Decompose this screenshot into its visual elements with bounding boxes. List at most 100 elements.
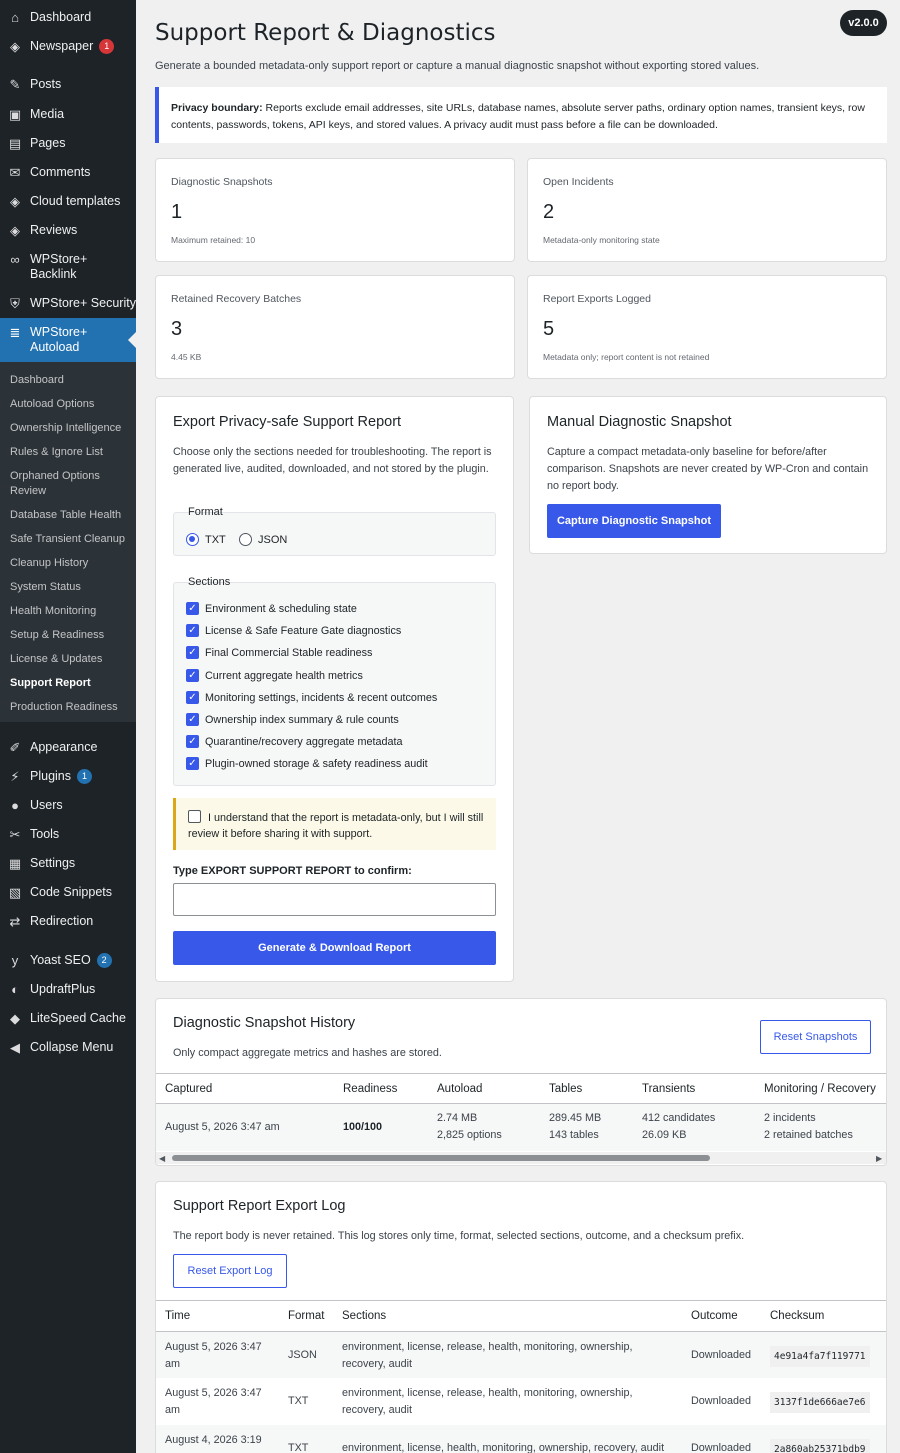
cell-transients-size: 26.09 KB	[642, 1129, 687, 1141]
menu-item-pages[interactable]: ▤ Pages	[0, 136, 136, 152]
cell-outcome: Downloaded	[691, 1395, 752, 1407]
generate-download-button[interactable]: Generate & Download Report	[173, 931, 496, 965]
submenu-item-production-readiness[interactable]: Production Readiness	[10, 700, 132, 715]
col-autoload: Autoload	[437, 1083, 483, 1095]
stat-label: Report Exports Logged	[543, 293, 651, 305]
menu-item-appearance[interactable]: ✐ Appearance	[0, 740, 136, 756]
menu-label-text: Yoast SEO	[30, 953, 91, 967]
cell-checksum: 3137f1de666ae7e6	[770, 1392, 870, 1413]
menu-item-yoast[interactable]: y Yoast SEO 2	[0, 953, 136, 969]
section-checkbox[interactable]: ✓	[186, 646, 199, 659]
capture-snapshot-button[interactable]: Capture Diagnostic Snapshot	[547, 504, 721, 538]
submenu-item-rules[interactable]: Rules & Ignore List	[10, 445, 132, 460]
cell-tables-size: 289.45 MB	[549, 1112, 602, 1124]
section-label: Final Commercial Stable readiness	[205, 647, 373, 659]
section-checkbox[interactable]: ✓	[186, 735, 199, 748]
menu-item-litespeed[interactable]: ◆ LiteSpeed Cache	[0, 1011, 136, 1027]
reset-snapshots-button[interactable]: Reset Snapshots	[760, 1020, 871, 1054]
menu-item-redirection[interactable]: ⇄ Redirection	[0, 914, 136, 930]
checksum-code: 4e91a4fa7f119771	[770, 1346, 870, 1367]
menu-item-settings[interactable]: ▦ Settings	[0, 856, 136, 872]
menu-item-wpstore-autoload[interactable]: ≣ WPStore+ Autoload	[0, 318, 136, 362]
wrench-icon: ✂	[9, 827, 21, 842]
submenu-item-ownership[interactable]: Ownership Intelligence	[10, 421, 132, 436]
menu-item-newspaper[interactable]: ◈ Newspaper 1	[0, 39, 136, 55]
settings-icon: ▦	[8, 856, 22, 871]
section-checkbox[interactable]: ✓	[186, 624, 199, 637]
updraft-icon: ◐	[11, 982, 19, 997]
menu-label: Pages	[30, 136, 66, 150]
menu-item-reviews[interactable]: ◈ Reviews	[0, 223, 136, 239]
plug-icon: ⚡	[10, 769, 20, 784]
export-description: Choose only the sections needed for trou…	[173, 446, 492, 475]
section-label: Current aggregate health metrics	[205, 670, 363, 682]
table-divider	[156, 1073, 886, 1074]
menu-item-plugins[interactable]: ⚡ Plugins 1	[0, 769, 136, 785]
submenu-item-dashboard[interactable]: Dashboard	[10, 373, 132, 388]
section-checkbox[interactable]: ✓	[186, 713, 199, 726]
cell-sections: environment, license, health, monitoring…	[342, 1442, 665, 1453]
stat-value: 1	[171, 201, 183, 223]
table-divider	[156, 1300, 886, 1301]
submenu-item-cleanup-history[interactable]: Cleanup History	[10, 556, 132, 571]
reset-export-log-button[interactable]: Reset Export Log	[173, 1254, 287, 1288]
menu-item-cloud-templates[interactable]: ◈ Cloud templates	[0, 194, 136, 210]
scroll-left-icon[interactable]: ◀	[159, 1154, 165, 1163]
horizontal-scrollbar[interactable]: ◀ ▶	[156, 1152, 886, 1164]
stat-value: 2	[543, 201, 555, 223]
col-checksum: Checksum	[770, 1310, 825, 1322]
menu-label: Collapse Menu	[30, 1040, 114, 1054]
submenu-item-license[interactable]: License & Updates	[10, 652, 132, 667]
privacy-notice: Privacy boundary: Reports exclude email …	[155, 87, 887, 143]
litespeed-icon: ◆	[10, 1011, 20, 1026]
submenu-item-health-monitoring[interactable]: Health Monitoring	[10, 604, 132, 619]
submenu-item-table-health[interactable]: Database Table Health	[10, 508, 132, 523]
media-icon: ▣	[8, 107, 22, 122]
format-radio-json[interactable]	[239, 533, 252, 546]
database-icon: ≣	[9, 325, 21, 340]
menu-item-tools[interactable]: ✂ Tools	[0, 827, 136, 843]
section-checkbox[interactable]: ✓	[186, 602, 199, 615]
submenu-item-transient-cleanup[interactable]: Safe Transient Cleanup	[10, 532, 132, 547]
notice-heading: Privacy boundary:	[171, 102, 263, 114]
cell-captured: August 5, 2026 3:47 am	[165, 1121, 280, 1133]
confirm-phrase-input[interactable]	[173, 883, 496, 916]
stat-note: Maximum retained: 10	[171, 235, 256, 245]
cell-time: August 4, 2026 3:19	[165, 1434, 262, 1446]
submenu-item-setup[interactable]: Setup & Readiness	[10, 628, 132, 643]
submenu-item-support-report[interactable]: Support Report	[10, 676, 132, 691]
menu-label: Newspaper 1	[30, 39, 136, 54]
confirm-notice: I understand that the report is metadata…	[173, 798, 496, 850]
notice-text: Reports exclude email addresses, site UR…	[171, 102, 865, 131]
scroll-right-icon[interactable]: ▶	[876, 1154, 882, 1163]
format-radio-txt[interactable]	[186, 533, 199, 546]
snapshot-history-card: Diagnostic Snapshot History Only compact…	[155, 998, 887, 1166]
submenu-item-orphaned[interactable]: Orphaned Options Review	[10, 469, 110, 499]
col-format: Format	[288, 1310, 325, 1322]
stat-label: Retained Recovery Batches	[171, 293, 302, 305]
log-title: Support Report Export Log	[173, 1198, 346, 1214]
scrollbar-thumb[interactable]	[172, 1155, 710, 1161]
submenu-item-system-status[interactable]: System Status	[10, 580, 132, 595]
cell-readiness: 100/100	[343, 1121, 383, 1133]
section-checkbox[interactable]: ✓	[186, 669, 199, 682]
menu-item-dashboard[interactable]: ⌂ Dashboard	[0, 10, 136, 26]
menu-label: Media	[30, 107, 65, 121]
section-checkbox[interactable]: ✓	[186, 691, 199, 704]
confirm-input-label: Type EXPORT SUPPORT REPORT to confirm:	[173, 865, 412, 877]
menu-item-wpstore-backlink[interactable]: ∞ WPStore+ Backlink	[0, 252, 136, 284]
menu-item-code-snippets[interactable]: ▧ Code Snippets	[0, 885, 136, 901]
menu-item-updraftplus[interactable]: ◐ UpdraftPlus	[0, 982, 136, 998]
cell-incidents: 2 incidents	[764, 1112, 816, 1124]
menu-item-users[interactable]: ● Users	[0, 798, 136, 814]
stat-value: 3	[171, 318, 183, 340]
menu-item-wpstore-security[interactable]: ⛨ WPStore+ Security	[0, 296, 136, 312]
menu-item-collapse[interactable]: ◀ Collapse Menu	[0, 1040, 136, 1056]
section-checkbox[interactable]: ✓	[186, 757, 199, 770]
menu-label: Settings	[30, 856, 76, 870]
menu-item-media[interactable]: ▣ Media	[0, 107, 136, 123]
code-icon: ▧	[8, 885, 22, 900]
menu-item-posts[interactable]: ✎ Posts	[0, 77, 136, 93]
submenu-item-autoload-options[interactable]: Autoload Options	[10, 397, 132, 412]
menu-item-comments[interactable]: ✉ Comments	[0, 165, 136, 181]
